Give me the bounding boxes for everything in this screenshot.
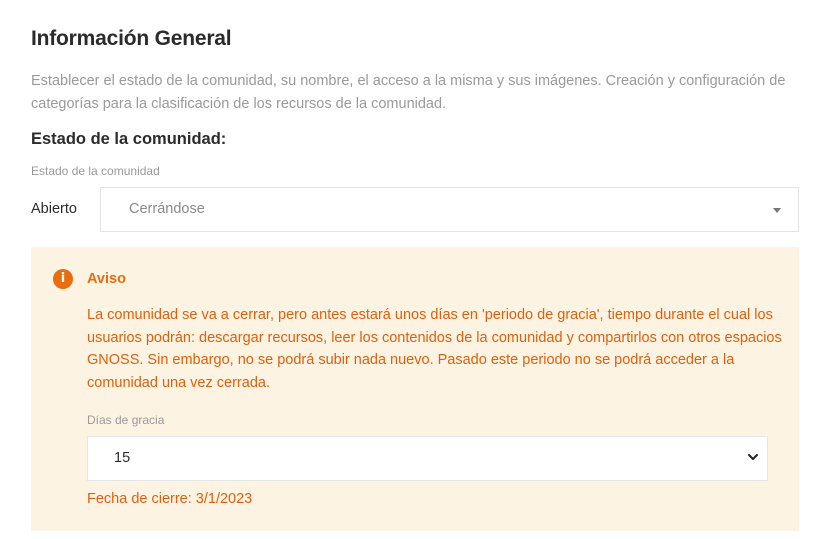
page-description: Establecer el estado de la comunidad, su… — [31, 73, 786, 112]
grace-days-label: Días de gracia — [87, 413, 165, 427]
chevron-down-icon — [748, 454, 758, 460]
warning-panel: i Aviso La comunidad se va a cerrar, per… — [31, 247, 799, 531]
general-info-page: Información General Establecer el estado… — [0, 0, 821, 539]
warning-title: Aviso — [87, 271, 126, 287]
warning-text: La comunidad se va a cerrar, pero antes … — [87, 307, 782, 391]
community-state-select[interactable]: Cerrándose — [100, 187, 799, 232]
current-state-label: Abierto — [31, 201, 77, 217]
caret-down-icon — [773, 208, 781, 213]
info-icon: i — [53, 269, 73, 289]
grace-days-select[interactable]: 15 — [87, 436, 768, 481]
grace-days-value: 15 — [114, 450, 131, 466]
state-select-value: Cerrándose — [129, 201, 205, 217]
close-date: Fecha de cierre: 3/1/2023 — [87, 491, 253, 507]
state-section-heading: Estado de la comunidad: — [31, 130, 227, 148]
state-field-label: Estado de la comunidad — [31, 164, 160, 178]
page-title: Información General — [31, 27, 232, 50]
